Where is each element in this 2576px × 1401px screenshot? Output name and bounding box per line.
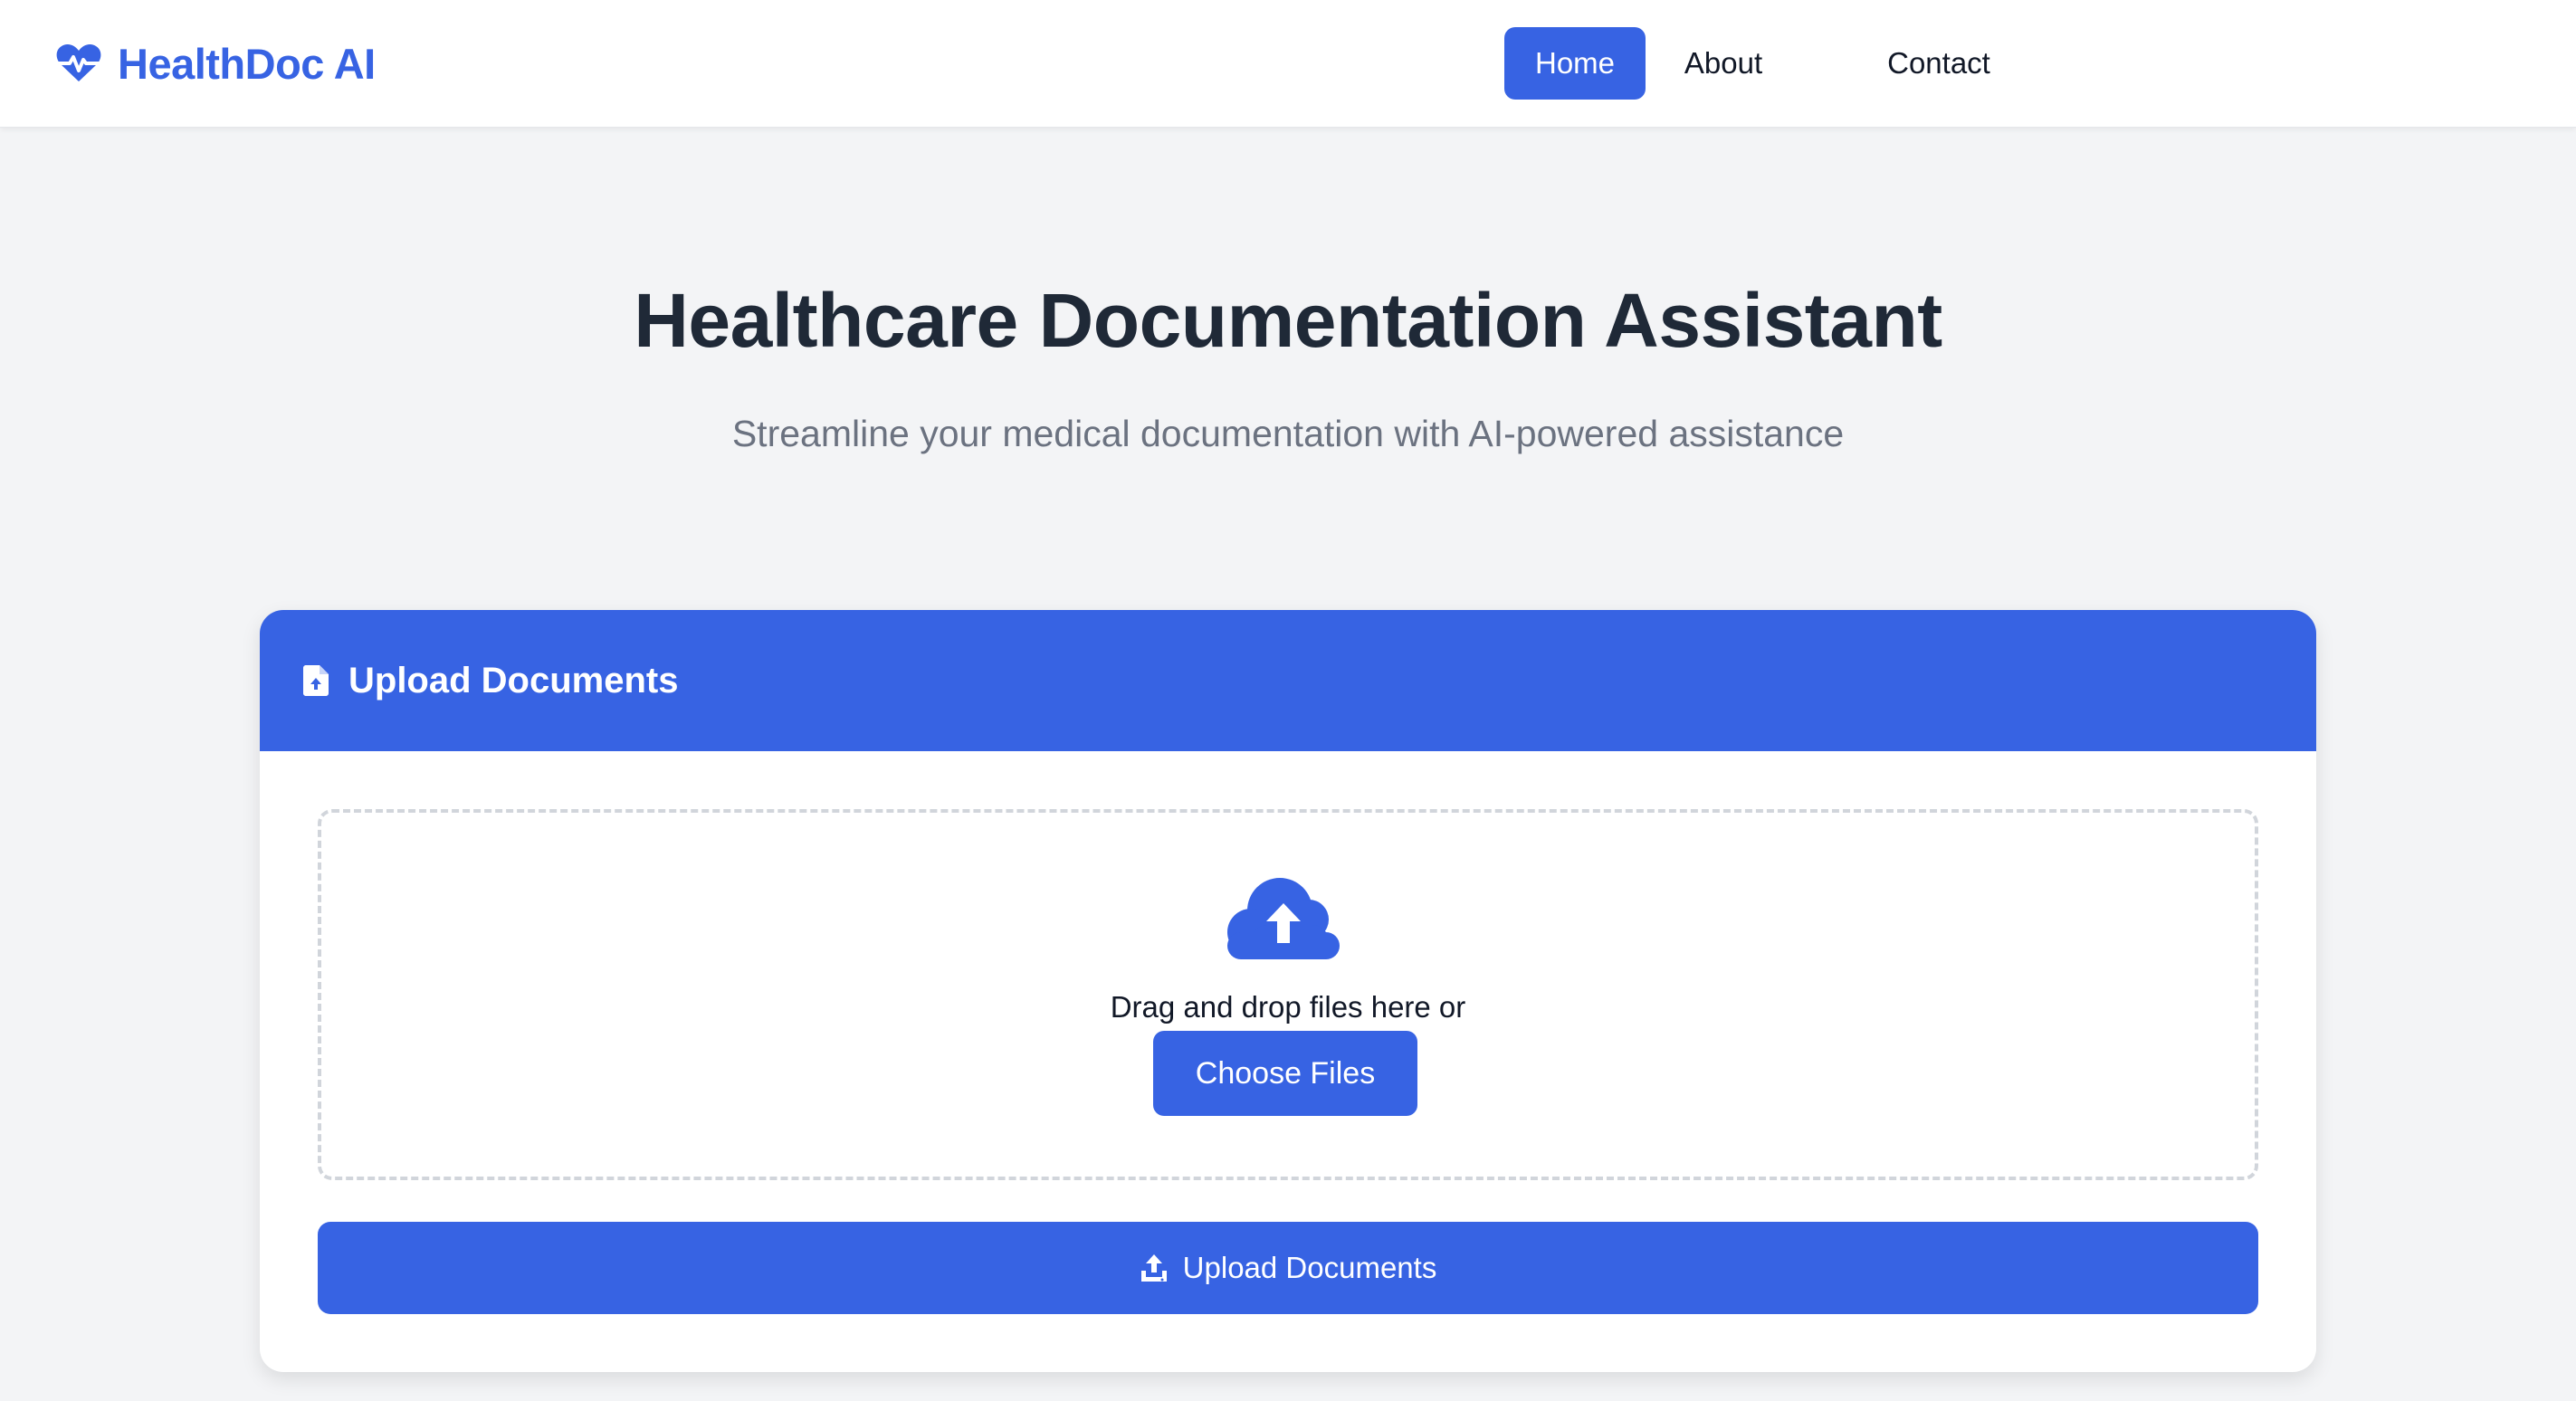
file-upload-icon	[303, 665, 329, 696]
brand-name: HealthDoc AI	[118, 39, 376, 88]
upload-documents-label: Upload Documents	[1182, 1251, 1437, 1284]
nav-about[interactable]: About	[1660, 27, 1787, 100]
heart-pulse-icon	[56, 43, 101, 83]
upload-card: Upload Documents Drag and drop files her…	[260, 610, 2316, 1372]
brand-logo[interactable]: HealthDoc AI	[56, 34, 376, 92]
upload-documents-button[interactable]: Upload Documents	[318, 1222, 2258, 1314]
cloud-upload-icon	[1227, 876, 1340, 959]
navbar: HealthDoc AI Home About Contact	[0, 0, 2576, 128]
dropzone-text: Drag and drop files here or	[1110, 990, 1466, 1024]
upload-card-title: Upload Documents	[348, 660, 679, 700]
page-subtitle: Streamline your medical documentation wi…	[731, 413, 1845, 454]
nav-home[interactable]: Home	[1504, 27, 1646, 100]
nav-contact[interactable]: Contact	[1861, 27, 2017, 100]
file-dropzone[interactable]: Drag and drop files here or Choose Files	[318, 809, 2258, 1180]
upload-icon	[1140, 1253, 1169, 1283]
page-title: Healthcare Documentation Assistant	[634, 278, 1942, 363]
upload-card-header: Upload Documents	[260, 610, 2316, 751]
choose-files-button[interactable]: Choose Files	[1153, 1031, 1417, 1116]
